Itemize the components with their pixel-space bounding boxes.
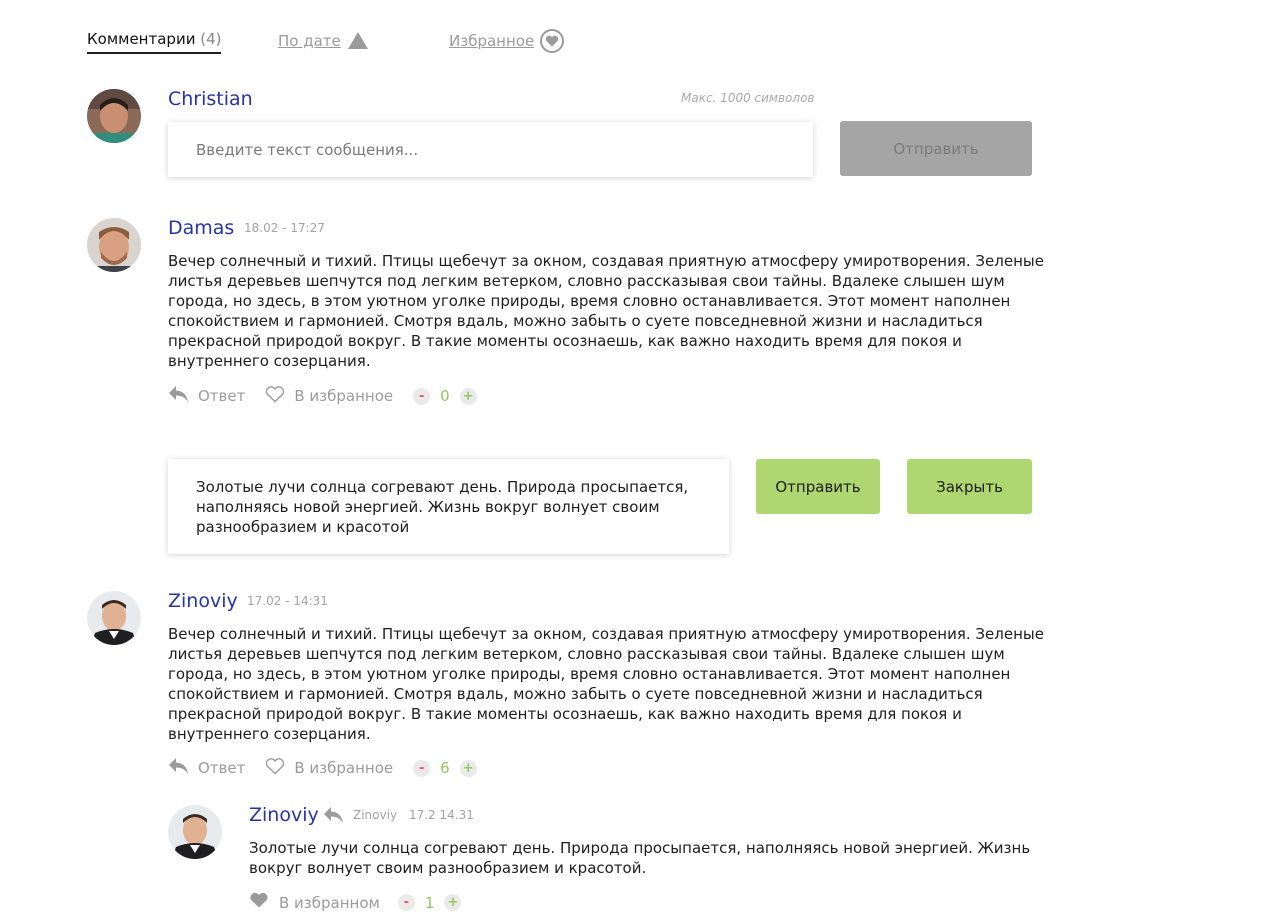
favorites-heart-icon[interactable] [540, 29, 564, 53]
avatar [87, 89, 141, 143]
comments-count: (4) [200, 30, 222, 48]
reply-to-username[interactable]: Zinoviy [353, 808, 397, 822]
favorite-label: В избранное [294, 759, 394, 777]
vote-down-button[interactable]: - [397, 894, 415, 911]
tab-favorites[interactable]: Избранное [449, 32, 534, 50]
send-button[interactable]: Отправить [840, 121, 1032, 176]
add-favorite-button[interactable]: В избранное [265, 385, 394, 407]
tab-comments[interactable]: Комментарии (4) [87, 30, 222, 54]
comment-date: 17.02 - 14:31 [247, 594, 328, 608]
reply-send-button[interactable]: Отправить [756, 459, 880, 514]
composer-username[interactable]: Christian [168, 88, 253, 110]
reply-text: Золотые лучи солнца согревают день. Прир… [249, 839, 1031, 877]
reply-button[interactable]: Ответ [168, 385, 245, 407]
comment-actions: Ответ В избранное - 0 + [168, 385, 477, 407]
favorite-label: В избранное [294, 387, 394, 405]
vote-up-button[interactable]: + [444, 894, 462, 911]
message-input[interactable] [168, 122, 813, 177]
reply-button[interactable]: Ответ [168, 757, 245, 779]
heart-filled-icon [249, 892, 269, 913]
tab-sort-date[interactable]: По дате [278, 32, 341, 50]
avatar [87, 218, 141, 272]
reply-label: Ответ [198, 387, 246, 405]
heart-outline-icon [265, 757, 285, 779]
heart-outline-icon [265, 385, 285, 407]
vote-up-button[interactable]: + [459, 759, 477, 777]
reply-actions: В избранном - 1 + [249, 892, 462, 913]
vote-down-button[interactable]: - [413, 387, 431, 405]
reply-to-arrow-icon [323, 806, 345, 828]
reply-username[interactable]: Zinoviy [249, 804, 319, 826]
vote-count: 6 [440, 759, 450, 777]
vote-count: 1 [424, 893, 435, 912]
favorite-label: В избранном [279, 893, 380, 912]
comment-username[interactable]: Damas [168, 217, 234, 239]
avatar [87, 591, 141, 645]
char-limit-hint: Макс. 1000 символов [681, 91, 815, 105]
reply-label: Ответ [198, 759, 246, 777]
vote-count: 0 [440, 387, 450, 405]
avatar [168, 805, 222, 859]
comment-username[interactable]: Zinoviy [168, 590, 238, 612]
comment-text: Вечер солнечный и тихий. Птицы щебечут з… [168, 252, 1044, 370]
vote-down-button[interactable]: - [413, 759, 431, 777]
vote-up-button[interactable]: + [459, 387, 477, 405]
tab-comments-label: Комментарии [87, 30, 196, 48]
reply-textarea[interactable]: Золотые лучи солнца согревают день. Прир… [168, 459, 729, 554]
comment-date: 18.02 - 17:27 [244, 221, 325, 235]
comment-text: Вечер солнечный и тихий. Птицы щебечут з… [168, 625, 1044, 743]
reply-arrow-icon [168, 385, 190, 407]
sort-triangle-icon[interactable] [348, 32, 368, 49]
reply-date: 17.2 14.31 [409, 808, 474, 822]
comment-actions: Ответ В избранное - 6 + [168, 757, 477, 779]
remove-favorite-button[interactable]: В избранном [249, 892, 380, 913]
add-favorite-button[interactable]: В избранное [265, 757, 394, 779]
reply-arrow-icon [168, 757, 190, 779]
reply-close-button[interactable]: Закрыть [907, 459, 1032, 514]
